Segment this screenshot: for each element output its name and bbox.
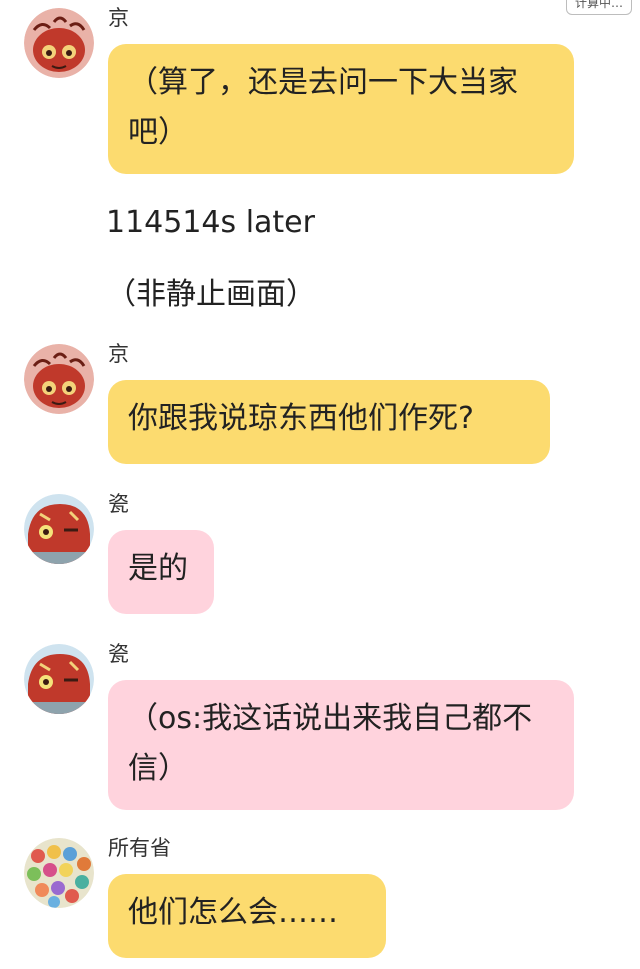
message-bubble[interactable]: （算了，还是去问一下大当家吧） <box>108 44 574 174</box>
message-bubble[interactable]: 是的 <box>108 530 214 614</box>
chat-message: 瓷 是的 <box>22 490 620 616</box>
jing-avatar[interactable] <box>24 8 94 78</box>
ci-avatar[interactable] <box>24 494 94 564</box>
jing-avatar[interactable] <box>24 344 94 414</box>
narration-line: 114514s later <box>106 205 315 240</box>
message-text: 你跟我说琼东西他们作死? <box>128 401 474 436</box>
message-text: （os:我这话说出来我自己都不信） <box>128 701 533 786</box>
message-bubble[interactable]: （os:我这话说出来我自己都不信） <box>108 680 574 810</box>
sender-name: 京 <box>108 342 129 366</box>
all-provinces-avatar[interactable] <box>24 838 94 908</box>
chat-message: 所有省 他们怎么会…… <box>22 834 620 964</box>
sender-name: 瓷 <box>108 642 129 666</box>
message-bubble[interactable]: 你跟我说琼东西他们作死? <box>108 380 550 464</box>
chat-message: 京 （算了，还是去问一下大当家吧） <box>22 4 620 176</box>
narration-line: （非静止画面） <box>106 277 316 312</box>
sender-name: 京 <box>108 6 129 30</box>
chat-message: 瓷 （os:我这话说出来我自己都不信） <box>22 640 620 812</box>
message-text: 是的 <box>128 551 188 586</box>
chat-message: 京 你跟我说琼东西他们作死? <box>22 340 620 466</box>
sender-name: 所有省 <box>108 836 171 860</box>
sender-name: 瓷 <box>108 492 129 516</box>
ci-avatar[interactable] <box>24 644 94 714</box>
message-bubble[interactable]: 他们怎么会…… <box>108 874 386 958</box>
message-text: （算了，还是去问一下大当家吧） <box>128 65 518 150</box>
message-text: 他们怎么会…… <box>128 895 338 930</box>
